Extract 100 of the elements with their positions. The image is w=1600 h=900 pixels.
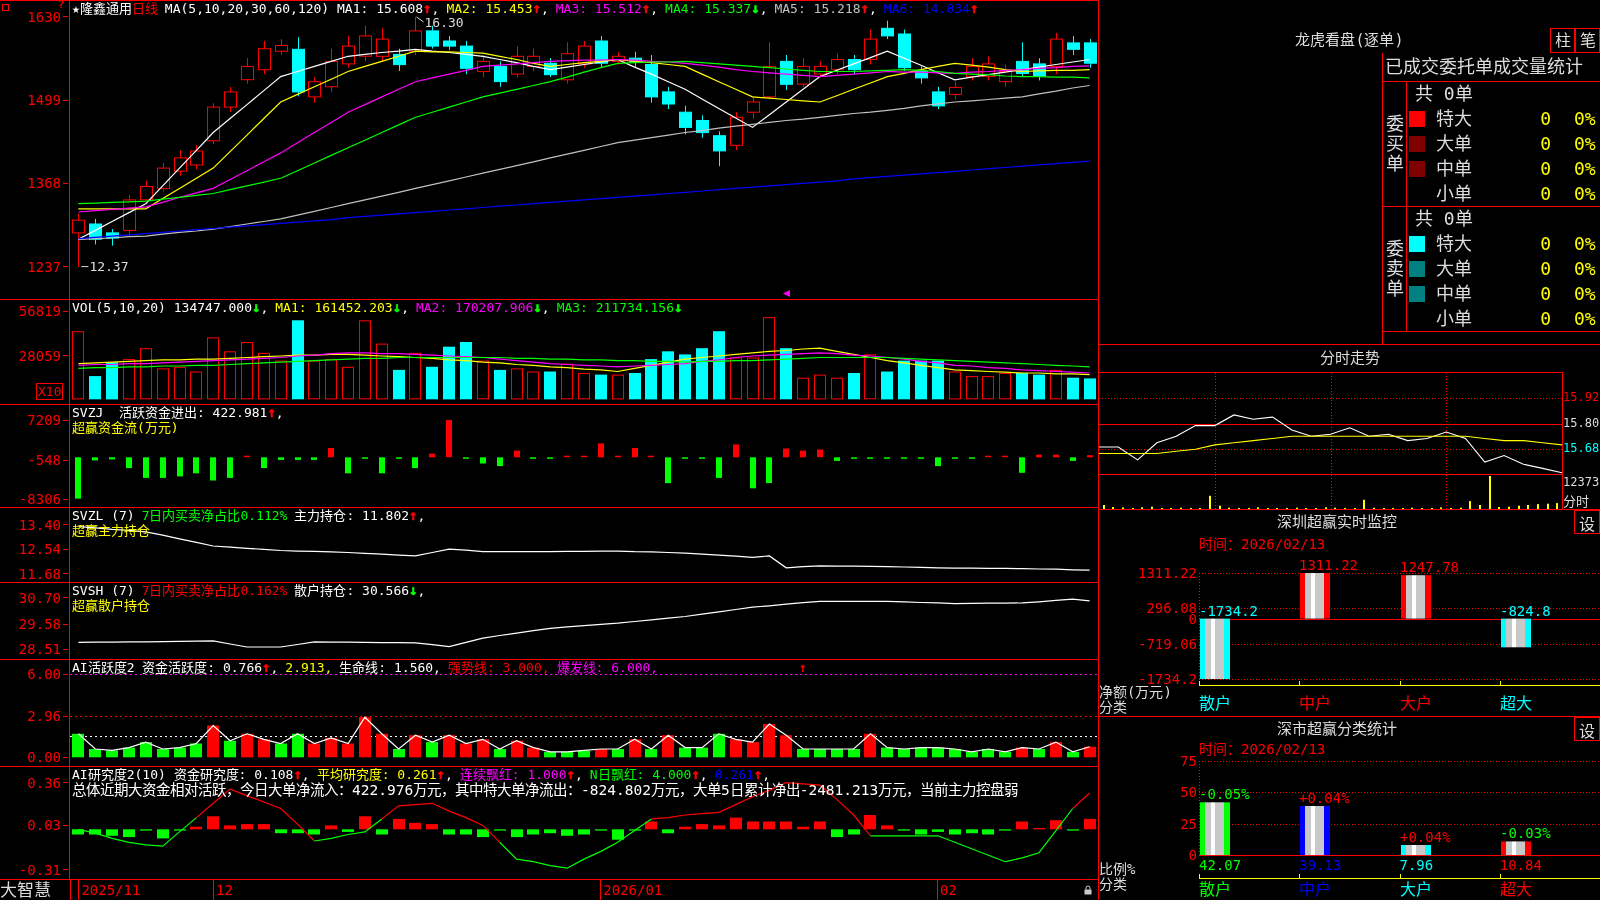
triangle-marker-icon xyxy=(782,290,790,297)
date-label: 2025/11 xyxy=(78,880,141,900)
trend-arrow: ↑ xyxy=(409,507,418,523)
trend-arrow: ↓ xyxy=(392,299,402,315)
candlestick xyxy=(679,105,692,135)
candlestick xyxy=(763,41,776,100)
candlestick xyxy=(443,35,456,51)
candlestick xyxy=(1033,57,1046,81)
period-label: 日线 xyxy=(131,1,158,16)
trend-arrow: ↑ xyxy=(262,659,271,675)
candlestick xyxy=(578,40,591,69)
change-label: +0.04% xyxy=(1400,830,1451,845)
candlestick xyxy=(932,86,945,110)
legend-text: MA5: 15.218 xyxy=(774,1,861,16)
axis-title: 分类 xyxy=(1099,877,1127,892)
trend-arrow: ↓ xyxy=(751,0,760,16)
table-title: 已成交委托单成交量统计 xyxy=(1384,55,1583,79)
total-label: 共 0单 xyxy=(1414,82,1473,106)
legend-separator: , xyxy=(541,300,550,315)
legend-text: 散户持仓: 30.566 xyxy=(294,583,410,598)
category-label: 超大 xyxy=(1499,694,1532,714)
legend-text: 连续飘红: 1.000 xyxy=(459,767,567,782)
row-label: 中单 xyxy=(1436,156,1472,181)
view-toggle-button[interactable]: 笔 xyxy=(1575,28,1600,53)
trend-arrow: ↓ xyxy=(252,299,261,315)
candlestick xyxy=(494,60,507,88)
y-axis-label: 15.68 xyxy=(1563,441,1600,456)
legend-separator: , xyxy=(431,1,440,16)
category-label: 散户 xyxy=(1199,694,1231,714)
y-axis-label: 15.80 xyxy=(1563,415,1600,430)
y-axis-label: 15.92 xyxy=(1563,389,1600,404)
legend-text: 生命线: 1.560, xyxy=(339,660,441,675)
view-toggle-button[interactable]: 柱 xyxy=(1550,28,1575,53)
y-axis-label: 25 xyxy=(1180,818,1197,829)
legend-separator: , xyxy=(270,660,279,675)
candlestick xyxy=(881,20,894,40)
category-label: 超大 xyxy=(1499,880,1532,900)
candlestick xyxy=(612,51,625,65)
group-label: 委买单 xyxy=(1385,114,1404,174)
axis-title: 分类 xyxy=(1099,700,1127,715)
legend-separator: , xyxy=(762,767,771,782)
legend-text: 0.261 xyxy=(714,767,754,782)
legend-text: 超赢散户持仓 xyxy=(72,598,150,613)
candlestick xyxy=(89,218,102,245)
panel-title: 深市超赢分类统计 xyxy=(1276,719,1397,740)
trend-arrow: ↑ xyxy=(566,766,575,782)
candlestick xyxy=(527,48,540,72)
candlestick xyxy=(325,48,338,93)
date-label: 02 xyxy=(937,880,957,900)
legend-text: AI活跃度2 资金活跃度: 0.766 xyxy=(72,660,263,675)
legend-text: MA6: 14.034 xyxy=(883,1,970,16)
value-label: 1311.22 xyxy=(1299,558,1358,573)
candlestick xyxy=(292,36,305,97)
candlestick xyxy=(275,38,288,56)
date-label: 2026/01 xyxy=(600,880,663,900)
candlestick xyxy=(747,95,760,119)
trend-arrow: ↑ xyxy=(532,0,541,16)
candlestick xyxy=(848,54,861,75)
candlestick xyxy=(730,111,743,151)
candlestick xyxy=(190,144,203,170)
candlestick xyxy=(342,35,355,69)
candlestick xyxy=(780,54,793,91)
price-label: 12.37 xyxy=(89,259,129,274)
legend-separator: , xyxy=(574,767,583,782)
candlestick xyxy=(864,29,877,65)
y-axis-label: 296.08 xyxy=(1146,603,1197,614)
count-value: 0 xyxy=(1540,156,1551,181)
count-value: 0 xyxy=(1540,106,1551,131)
date-label: 12 xyxy=(213,880,233,900)
stock-name: ★隆鑫通用 xyxy=(72,1,132,16)
y-axis-label: 1311.22 xyxy=(1138,568,1197,578)
legend-separator: , xyxy=(275,405,284,420)
candlestick xyxy=(359,25,372,62)
trend-arrow: ↓ xyxy=(533,299,542,315)
unit-label: X10 xyxy=(36,383,64,400)
count-value: 0 xyxy=(1540,306,1551,331)
legend-text: 强势线: 3.000, xyxy=(447,660,550,675)
value-label: 1247.78 xyxy=(1400,560,1459,576)
candlestick xyxy=(258,40,271,75)
legend-text: MA3: 15.512 xyxy=(555,1,642,16)
row-label: 大单 xyxy=(1436,131,1472,156)
candlestick xyxy=(140,180,153,201)
candlestick xyxy=(544,57,557,78)
candlestick xyxy=(814,60,827,78)
candlestick xyxy=(1050,32,1063,75)
total-label: 共 0单 xyxy=(1414,207,1473,231)
category-label: 中户 xyxy=(1299,880,1332,900)
count-value: 0 xyxy=(1540,231,1551,256)
time-label: 时间：2026/02/13 xyxy=(1199,741,1326,757)
candlestick xyxy=(241,57,254,85)
share-value: 0% xyxy=(1574,106,1596,131)
legend-text: SVSH (7) xyxy=(72,583,135,598)
candlestick xyxy=(1084,38,1097,69)
settings-button[interactable]: 设 xyxy=(1574,717,1600,741)
value-label: 10.84 xyxy=(1499,857,1542,873)
share-value: 0% xyxy=(1574,156,1596,181)
settings-button[interactable]: 设 xyxy=(1574,510,1600,534)
value-label: -1734.2 xyxy=(1199,603,1258,619)
candlestick xyxy=(376,27,389,62)
count-value: 0 xyxy=(1540,181,1551,206)
